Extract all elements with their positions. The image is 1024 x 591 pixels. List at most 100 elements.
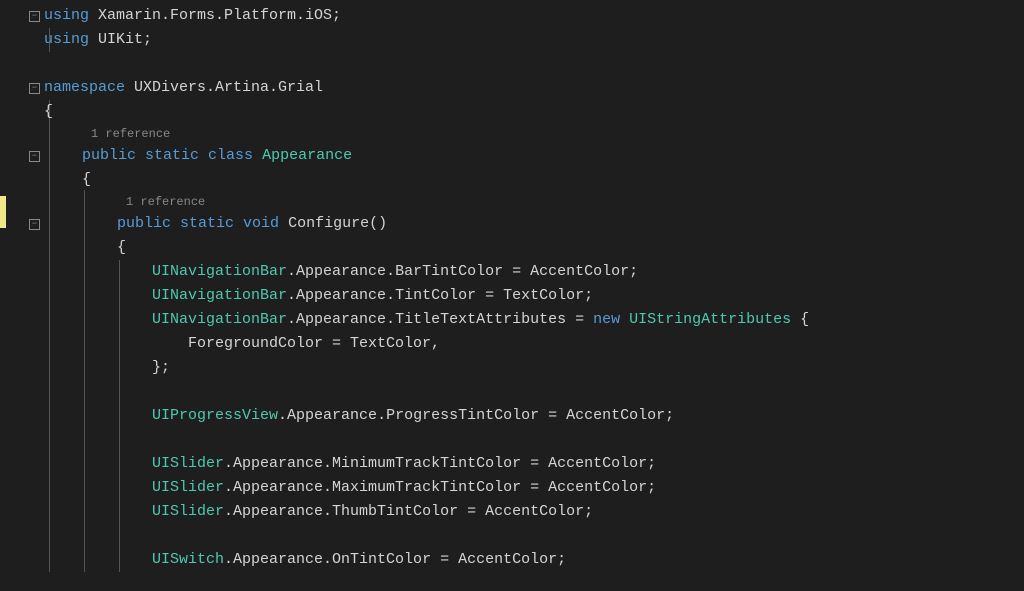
codelens-line[interactable]: 1 reference [0,192,1024,212]
code-line[interactable]: { [0,168,1024,192]
indent-guide [84,476,85,500]
fold-toggle-icon[interactable]: − [29,83,40,94]
code-line[interactable] [0,380,1024,404]
code-line[interactable]: { [0,236,1024,260]
indent-guide [119,356,120,380]
fold-toggle-icon[interactable]: − [29,151,40,162]
code-line[interactable]: { [0,100,1024,124]
type-ref: UISwitch [152,551,224,568]
type-ref: UIProgressView [152,407,278,424]
type-ref: UINavigationBar [152,263,287,280]
code-line[interactable]: − public static void Configure() [0,212,1024,236]
code-line[interactable] [0,52,1024,76]
indent-guide [49,452,50,476]
indent-guide [84,236,85,260]
code-text [620,311,629,328]
codelens-line[interactable]: 1 reference [0,124,1024,144]
indent-guide [49,380,50,404]
indent-guide [49,524,50,548]
indent-guide [84,428,85,452]
indent-guide [84,380,85,404]
type-ref: UISlider [152,455,224,472]
keyword: static [136,147,199,164]
code-line[interactable]: ForegroundColor = TextColor, [0,332,1024,356]
code-text: .Appearance.TitleTextAttributes = [287,311,593,328]
code-line[interactable]: UINavigationBar.Appearance.TitleTextAttr… [0,308,1024,332]
keyword: public [117,215,171,232]
code-text: .Appearance.OnTintColor = AccentColor; [224,551,566,568]
keyword: using [44,31,89,48]
change-indicator [0,196,6,228]
indent-guide [119,404,120,428]
type-ref: UIStringAttributes [629,311,791,328]
indent-guide [49,308,50,332]
code-line[interactable]: using UIKit; [0,28,1024,52]
indent-guide [49,236,50,260]
code-text: .Appearance.TintColor = TextColor; [287,287,593,304]
fold-toggle-icon[interactable]: − [29,11,40,22]
brace: }; [152,359,170,376]
indent-guide [119,308,120,332]
code-text: .Appearance.ThumbTintColor = AccentColor… [224,503,593,520]
keyword: class [199,147,253,164]
indent-guide [119,428,120,452]
indent-guide [49,332,50,356]
indent-guide [84,212,85,236]
type-ref: UINavigationBar [152,311,287,328]
type-ref: UISlider [152,479,224,496]
indent-guide [49,168,50,192]
method-name: Configure() [279,215,387,232]
code-editor[interactable]: − using Xamarin.Forms.Platform.iOS; usin… [0,0,1024,572]
code-line[interactable]: UISlider.Appearance.MaximumTrackTintColo… [0,476,1024,500]
keyword: using [44,7,89,24]
code-line[interactable]: UINavigationBar.Appearance.TintColor = T… [0,284,1024,308]
codelens-references[interactable]: 1 reference [91,127,170,141]
indent-guide [49,428,50,452]
indent-guide [49,404,50,428]
indent-guide [119,260,120,284]
keyword: void [234,215,279,232]
code-line[interactable] [0,524,1024,548]
code-line[interactable]: UIProgressView.Appearance.ProgressTintCo… [0,404,1024,428]
brace: { [82,171,91,188]
code-line[interactable]: − namespace UXDivers.Artina.Grial [0,76,1024,100]
indent-guide [119,548,120,572]
keyword: namespace [44,79,125,96]
code-line[interactable]: UISwitch.Appearance.OnTintColor = Accent… [0,548,1024,572]
indent-guide [84,308,85,332]
keyword: static [171,215,234,232]
indent-guide [49,500,50,524]
indent-guide [119,476,120,500]
code-line[interactable]: UISlider.Appearance.MinimumTrackTintColo… [0,452,1024,476]
keyword: public [82,147,136,164]
indent-guide [119,524,120,548]
namespace-name: UXDivers.Artina.Grial [125,79,323,96]
keyword: new [593,311,620,328]
code-line[interactable]: UINavigationBar.Appearance.BarTintColor … [0,260,1024,284]
code-line[interactable]: }; [0,356,1024,380]
code-text: .Appearance.ProgressTintColor = AccentCo… [278,407,674,424]
indent-guide [49,122,50,146]
brace: { [117,239,126,256]
indent-guide [119,452,120,476]
code-text: .Appearance.MinimumTrackTintColor = Acce… [224,455,656,472]
indent-guide [84,500,85,524]
code-text: { [791,311,809,328]
code-text: .Appearance.MaximumTrackTintColor = Acce… [224,479,656,496]
code-line[interactable]: − using Xamarin.Forms.Platform.iOS; [0,4,1024,28]
indent-guide [49,144,50,168]
indent-guide [119,380,120,404]
fold-toggle-icon[interactable]: − [29,219,40,230]
code-line[interactable] [0,428,1024,452]
namespace-ref: Xamarin.Forms.Platform.iOS; [89,7,341,24]
indent-guide [84,548,85,572]
code-text: ForegroundColor = TextColor, [188,335,440,352]
code-line[interactable]: UISlider.Appearance.ThumbTintColor = Acc… [0,500,1024,524]
indent-guide [84,524,85,548]
indent-guide [84,190,85,214]
indent-guide [84,284,85,308]
code-line[interactable]: − public static class Appearance [0,144,1024,168]
indent-guide [49,284,50,308]
codelens-references[interactable]: 1 reference [126,195,205,209]
indent-guide [49,476,50,500]
